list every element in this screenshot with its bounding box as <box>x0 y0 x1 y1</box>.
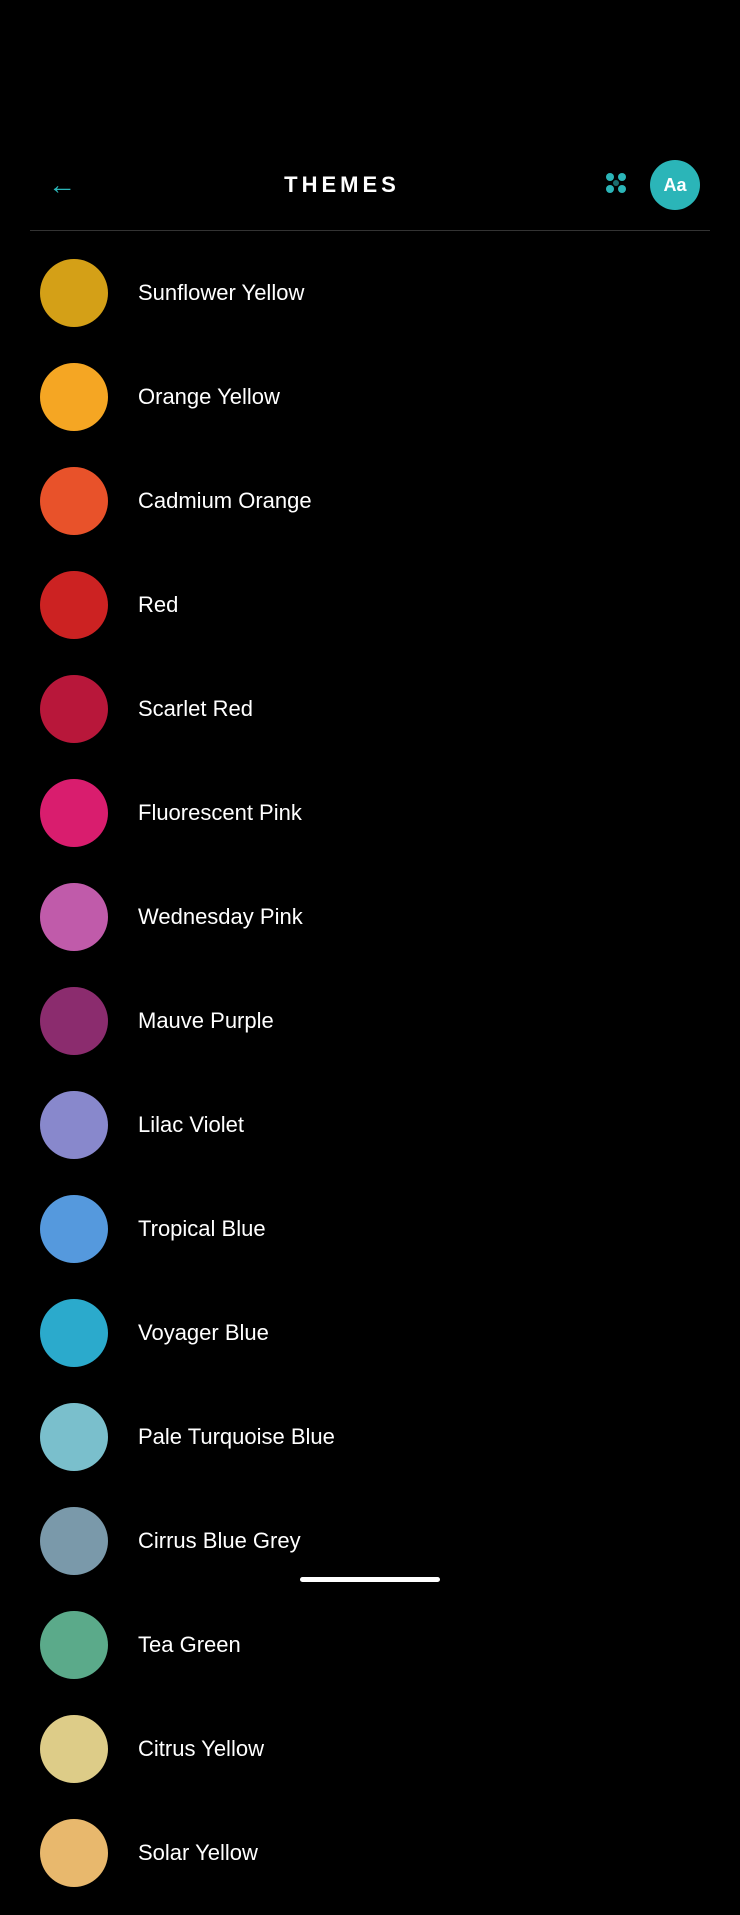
color-name-label: Voyager Blue <box>138 1320 269 1346</box>
color-list: Sunflower Yellow Orange Yellow Cadmium Ora… <box>0 231 740 1915</box>
color-name-label: Sunflower Yellow <box>138 280 304 306</box>
list-item[interactable]: Tropical Blue <box>0 1177 740 1281</box>
color-name-label: Solar Yellow <box>138 1840 258 1866</box>
palette-icon <box>600 167 636 203</box>
list-item[interactable]: Wednesday Pink <box>0 865 740 969</box>
color-swatch <box>40 467 108 535</box>
header: ← THEMES Aa <box>0 0 740 230</box>
color-swatch <box>40 1403 108 1471</box>
list-item[interactable]: Scarlet Red <box>0 657 740 761</box>
color-swatch <box>40 1507 108 1575</box>
color-name-label: Fluorescent Pink <box>138 800 302 826</box>
header-icons: Aa <box>600 160 700 210</box>
color-name-label: Wednesday Pink <box>138 904 303 930</box>
bottom-bar <box>300 1577 440 1582</box>
color-name-label: Orange Yellow <box>138 384 280 410</box>
list-item[interactable]: Sunflower Yellow <box>0 241 740 345</box>
back-button[interactable]: ← <box>40 163 84 207</box>
color-name-label: Tea Green <box>138 1632 241 1658</box>
color-swatch <box>40 259 108 327</box>
color-swatch <box>40 1819 108 1887</box>
avatar-button[interactable]: Aa <box>650 160 700 210</box>
color-swatch <box>40 1611 108 1679</box>
color-name-label: Red <box>138 592 178 618</box>
list-item[interactable]: Solar Yellow <box>0 1801 740 1905</box>
avatar-label: Aa <box>663 175 686 196</box>
color-swatch <box>40 1715 108 1783</box>
color-name-label: Cadmium Orange <box>138 488 312 514</box>
dots-icon[interactable] <box>600 167 636 203</box>
list-item[interactable]: Cadmium Orange <box>0 449 740 553</box>
color-name-label: Pale Turquoise Blue <box>138 1424 335 1450</box>
color-swatch <box>40 1091 108 1159</box>
list-item[interactable]: Lilac Violet <box>0 1073 740 1177</box>
color-name-label: Cirrus Blue Grey <box>138 1528 301 1554</box>
list-item[interactable]: Fluorescent Pink <box>0 761 740 865</box>
list-item[interactable]: Orange Yellow <box>0 345 740 449</box>
page-title: THEMES <box>84 172 600 198</box>
color-swatch <box>40 571 108 639</box>
color-swatch <box>40 675 108 743</box>
list-item[interactable]: Pale Turquoise Blue <box>0 1385 740 1489</box>
color-name-label: Tropical Blue <box>138 1216 266 1242</box>
list-item[interactable]: Tea Green <box>0 1593 740 1697</box>
color-swatch <box>40 883 108 951</box>
color-swatch <box>40 1195 108 1263</box>
back-arrow-icon: ← <box>48 171 76 199</box>
list-item[interactable]: Red <box>0 553 740 657</box>
color-swatch <box>40 987 108 1055</box>
list-item[interactable]: Mauve Purple <box>0 969 740 1073</box>
color-swatch <box>40 1299 108 1367</box>
list-item[interactable]: Voyager Blue <box>0 1281 740 1385</box>
color-name-label: Scarlet Red <box>138 696 253 722</box>
color-name-label: Citrus Yellow <box>138 1736 264 1762</box>
color-swatch <box>40 363 108 431</box>
color-name-label: Lilac Violet <box>138 1112 244 1138</box>
color-name-label: Mauve Purple <box>138 1008 274 1034</box>
color-swatch <box>40 779 108 847</box>
list-item[interactable]: Citrus Yellow <box>0 1697 740 1801</box>
